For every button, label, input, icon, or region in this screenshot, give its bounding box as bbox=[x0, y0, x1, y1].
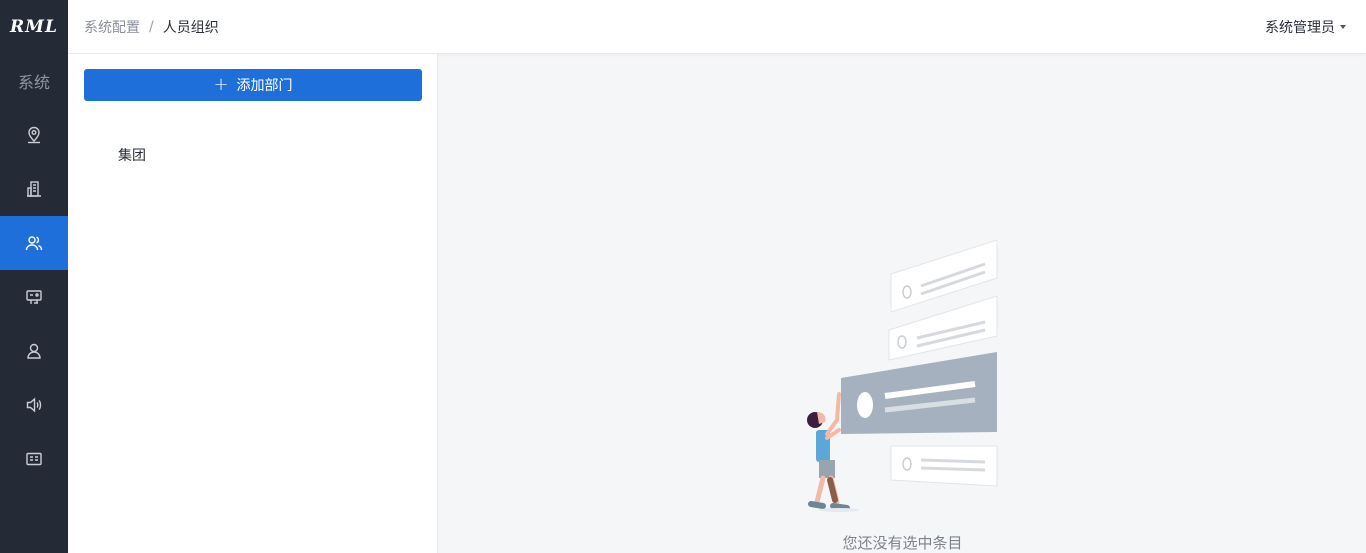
empty-state-text: 您还没有选中条目 bbox=[842, 534, 963, 552]
breadcrumb-separator: / bbox=[149, 18, 154, 35]
rail-item-location[interactable] bbox=[0, 108, 68, 162]
nav-rail: RML 系统 bbox=[0, 0, 68, 553]
add-department-button[interactable]: + 添加部门 bbox=[84, 69, 422, 101]
app-logo[interactable]: RML bbox=[0, 0, 68, 54]
network-icon bbox=[26, 290, 42, 304]
rail-item-building[interactable] bbox=[0, 162, 68, 216]
rail-item-card[interactable] bbox=[0, 432, 68, 486]
users-icon bbox=[25, 236, 43, 251]
rail-item-person[interactable] bbox=[0, 324, 68, 378]
rail-section-label: 系统 bbox=[17, 73, 50, 92]
add-department-label: 添加部门 bbox=[236, 78, 293, 94]
department-panel: + 添加部门 集团 bbox=[68, 54, 438, 553]
rail-item-speaker[interactable] bbox=[0, 378, 68, 432]
plus-icon: + bbox=[213, 74, 229, 95]
user-name: 系统管理员 bbox=[1265, 19, 1335, 36]
main-content: 您还没有选中条目 bbox=[439, 54, 1366, 553]
top-header: 系统配置 / 人员组织 系统管理员 bbox=[68, 0, 1366, 54]
rail-item-people[interactable] bbox=[0, 216, 68, 270]
caret-down-icon bbox=[1340, 25, 1346, 29]
empty-state-illustration bbox=[807, 239, 998, 512]
breadcrumb-parent[interactable]: 系统配置 bbox=[84, 17, 140, 37]
speaker-icon bbox=[26, 397, 42, 413]
person-icon bbox=[27, 343, 41, 359]
location-pin-icon bbox=[28, 126, 40, 144]
rail-item-network[interactable] bbox=[0, 270, 68, 324]
building-icon bbox=[27, 181, 41, 197]
tree-node[interactable]: 集团 bbox=[118, 145, 146, 165]
user-menu[interactable]: 系统管理员 bbox=[1265, 17, 1346, 37]
id-card-icon bbox=[26, 452, 42, 466]
breadcrumb: 系统配置 / 人员组织 bbox=[84, 17, 219, 37]
breadcrumb-current: 人员组织 bbox=[162, 19, 219, 36]
